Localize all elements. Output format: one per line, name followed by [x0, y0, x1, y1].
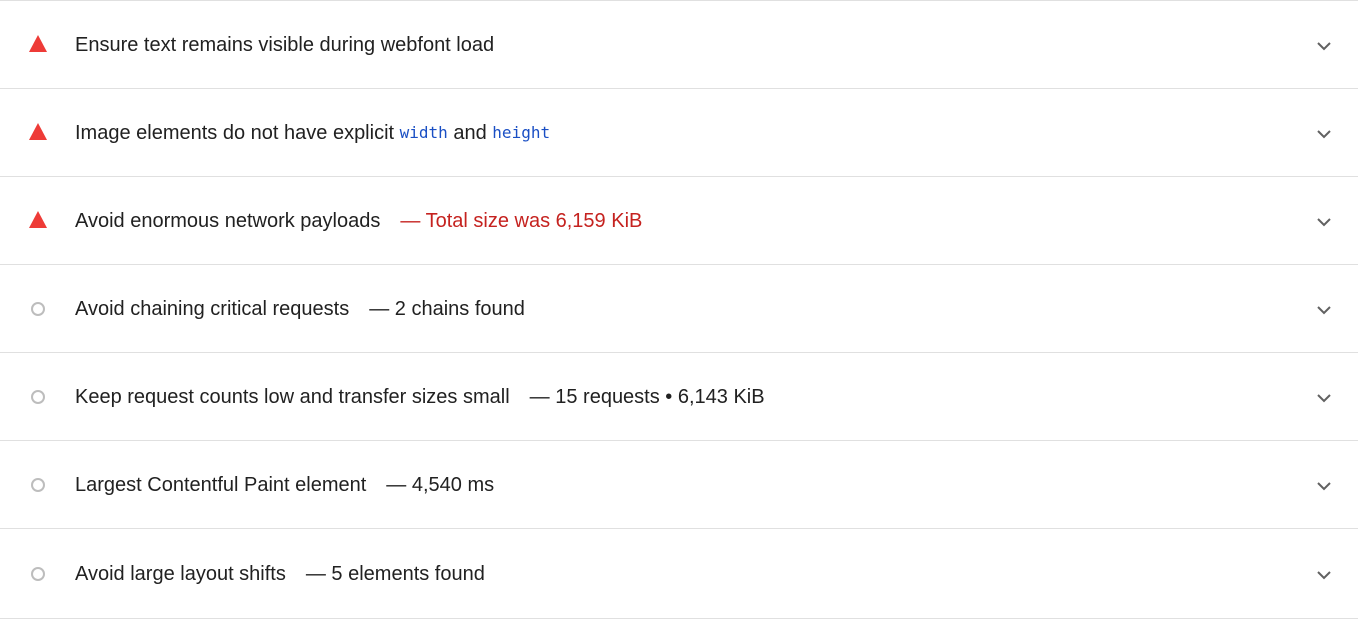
audit-row-layout-shifts[interactable]: Avoid large layout shifts — 5 elements f…: [0, 529, 1358, 619]
info-circle-icon: [28, 387, 48, 407]
info-circle-icon: [28, 564, 48, 584]
fail-triangle-icon: [28, 211, 48, 231]
audit-title: Largest Contentful Paint element — 4,540…: [75, 473, 494, 497]
audit-row-resource-summary[interactable]: Keep request counts low and transfer siz…: [0, 353, 1358, 441]
chevron-down-icon[interactable]: [1316, 41, 1332, 51]
audit-title: Avoid large layout shifts — 5 elements f…: [75, 562, 485, 586]
code-height: height: [492, 122, 551, 142]
audit-title-text: Avoid enormous network payloads: [75, 209, 381, 232]
audit-title: Avoid enormous network payloads — Total …: [75, 209, 642, 233]
audit-row-lcp-element[interactable]: Largest Contentful Paint element — 4,540…: [0, 441, 1358, 529]
audit-title: Image elements do not have explicit widt…: [75, 121, 550, 145]
info-circle-icon: [28, 475, 48, 495]
chevron-down-icon[interactable]: [1316, 217, 1332, 227]
chevron-down-icon[interactable]: [1316, 481, 1332, 491]
audit-row-font-display[interactable]: Ensure text remains visible during webfo…: [0, 1, 1358, 89]
audit-title-text: Image elements do not have explicit: [75, 121, 400, 144]
audit-title: Avoid chaining critical requests — 2 cha…: [75, 297, 525, 321]
audit-title-text-mid: and: [447, 121, 493, 144]
audit-title-text: Ensure text remains visible during webfo…: [75, 33, 495, 56]
audit-row-critical-requests[interactable]: Avoid chaining critical requests — 2 cha…: [0, 265, 1358, 353]
fail-triangle-icon: [28, 35, 48, 55]
audit-title: Keep request counts low and transfer siz…: [75, 385, 765, 409]
info-circle-icon: [28, 299, 48, 319]
audit-title-text: Largest Contentful Paint element: [75, 473, 367, 496]
audit-display-value: — Total size was 6,159 KiB: [400, 209, 643, 232]
chevron-down-icon[interactable]: [1316, 305, 1332, 315]
audit-list: Ensure text remains visible during webfo…: [0, 0, 1358, 619]
chevron-down-icon[interactable]: [1316, 393, 1332, 403]
audit-display-value: — 2 chains found: [369, 297, 525, 320]
audit-title-text: Avoid large layout shifts: [75, 562, 286, 585]
code-width: width: [399, 122, 448, 142]
audit-display-value: — 4,540 ms: [386, 473, 495, 496]
chevron-down-icon[interactable]: [1316, 129, 1332, 139]
audit-display-value: — 15 requests • 6,143 KiB: [529, 385, 765, 408]
audit-row-unsized-images[interactable]: Image elements do not have explicit widt…: [0, 89, 1358, 177]
audit-row-network-payloads[interactable]: Avoid enormous network payloads — Total …: [0, 177, 1358, 265]
audit-title: Ensure text remains visible during webfo…: [75, 33, 494, 57]
audit-display-value: — 5 elements found: [305, 562, 485, 585]
audit-title-text: Avoid chaining critical requests: [75, 297, 350, 320]
audit-title-text: Keep request counts low and transfer siz…: [75, 385, 510, 408]
chevron-down-icon[interactable]: [1316, 570, 1332, 580]
fail-triangle-icon: [28, 123, 48, 143]
